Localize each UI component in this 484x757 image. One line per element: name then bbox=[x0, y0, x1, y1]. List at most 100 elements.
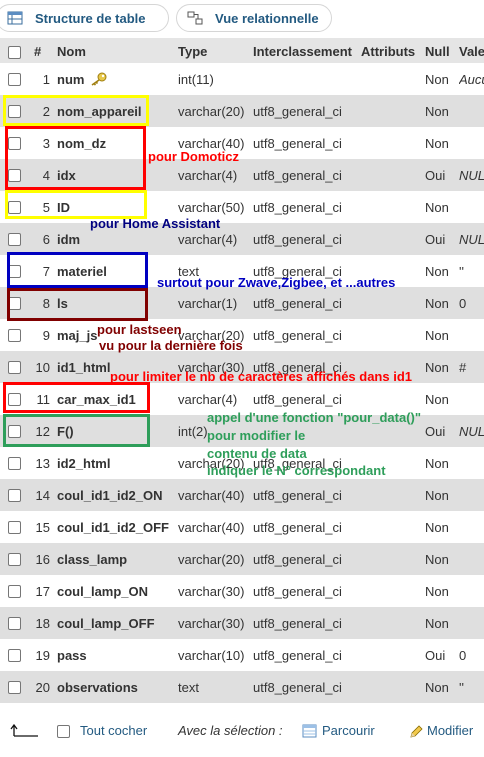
column-null: Non bbox=[425, 391, 449, 407]
column-default bbox=[459, 191, 484, 223]
note-home-assistant: pour Home Assistant bbox=[90, 216, 221, 231]
tab-relation-view[interactable]: Vue relationnelle bbox=[176, 4, 332, 32]
column-name[interactable]: coul_lamp_ON bbox=[57, 575, 175, 607]
column-name[interactable]: coul_id1_id2_ON bbox=[57, 479, 175, 511]
tab-label: Structure de table bbox=[35, 10, 146, 26]
row-checkbox[interactable] bbox=[8, 489, 21, 502]
tab-bar: Structure de table Vue relationnelle bbox=[0, 0, 484, 38]
tab-label: Vue relationnelle bbox=[215, 10, 319, 26]
column-null: Oui bbox=[425, 231, 446, 247]
column-name[interactable]: num bbox=[57, 63, 175, 95]
bulk-actions-bar: Tout cocher Avec la sélection : Parcouri… bbox=[0, 712, 484, 752]
column-null: Non bbox=[425, 135, 449, 151]
row-number: 6 bbox=[42, 231, 50, 247]
column-default: '' bbox=[459, 263, 464, 279]
table-structure-icon bbox=[7, 11, 23, 25]
column-null: Non bbox=[425, 487, 449, 503]
row-checkbox[interactable] bbox=[8, 297, 21, 310]
table-row: 2 nom_appareil varchar(20) utf8_general_ci N… bbox=[0, 95, 484, 127]
column-collation bbox=[253, 63, 361, 95]
row-checkbox[interactable] bbox=[8, 649, 21, 662]
note-domoticz: pour Domoticz bbox=[148, 149, 239, 164]
row-checkbox[interactable] bbox=[8, 137, 21, 150]
col-header-collation[interactable]: Interclassement bbox=[253, 38, 361, 65]
column-default bbox=[459, 383, 484, 415]
column-name[interactable]: nom_appareil bbox=[57, 95, 175, 127]
column-name[interactable]: id2_html bbox=[57, 447, 175, 479]
table-header: # Nom Type Interclassement Attributs Nul… bbox=[0, 38, 484, 66]
column-null: Non bbox=[425, 327, 449, 343]
relation-icon bbox=[187, 11, 203, 25]
row-number: 10 bbox=[35, 359, 50, 375]
row-checkbox[interactable] bbox=[8, 201, 21, 214]
row-number: 20 bbox=[35, 679, 50, 695]
column-null: Non bbox=[425, 359, 449, 375]
column-name[interactable]: class_lamp bbox=[57, 543, 175, 575]
column-collation: utf8_general_ci bbox=[253, 327, 342, 343]
table-row: 8 ls varchar(1) utf8_general_ci Non 0 bbox=[0, 287, 484, 319]
column-type: varchar(10) bbox=[178, 647, 245, 663]
check-all-checkbox[interactable] bbox=[57, 725, 70, 738]
row-checkbox[interactable] bbox=[8, 457, 21, 470]
row-checkbox[interactable] bbox=[8, 425, 21, 438]
col-header-null[interactable]: Null bbox=[425, 38, 458, 65]
with-selection-label: Avec la sélection : bbox=[178, 723, 283, 738]
row-checkbox[interactable] bbox=[8, 73, 21, 86]
column-default bbox=[459, 127, 484, 159]
modify-button[interactable]: Modifier bbox=[427, 723, 473, 738]
check-all-link[interactable]: Tout cocher bbox=[80, 723, 147, 738]
select-arrow-icon bbox=[10, 724, 38, 737]
column-collation: utf8_general_ci bbox=[253, 679, 342, 695]
col-header-attributes[interactable]: Attributs bbox=[361, 38, 425, 65]
table-row: 17 coul_lamp_ON varchar(30) utf8_general_ci… bbox=[0, 575, 484, 607]
row-checkbox[interactable] bbox=[8, 681, 21, 694]
column-name[interactable]: car_max_id1 bbox=[57, 383, 175, 415]
column-default bbox=[459, 511, 484, 543]
column-type: varchar(40) bbox=[178, 487, 245, 503]
column-name-text: num bbox=[57, 71, 85, 87]
header-checkbox[interactable] bbox=[8, 45, 21, 59]
column-null: Non bbox=[425, 679, 449, 695]
column-name[interactable]: observations bbox=[57, 671, 175, 703]
row-checkbox[interactable] bbox=[8, 553, 21, 566]
row-checkbox[interactable] bbox=[8, 521, 21, 534]
column-name[interactable]: pass bbox=[57, 639, 175, 671]
table-row: 15 coul_id1_id2_OFF varchar(40) utf8_genera… bbox=[0, 511, 484, 543]
note-function-2: pour modifier le bbox=[207, 428, 306, 443]
row-checkbox[interactable] bbox=[8, 329, 21, 342]
row-checkbox[interactable] bbox=[8, 105, 21, 118]
row-checkbox[interactable] bbox=[8, 265, 21, 278]
column-null: Non bbox=[425, 551, 449, 567]
column-default bbox=[459, 607, 484, 639]
row-checkbox[interactable] bbox=[8, 361, 21, 374]
row-checkbox[interactable] bbox=[8, 585, 21, 598]
column-name[interactable]: coul_lamp_OFF bbox=[57, 607, 175, 639]
col-header-name[interactable]: Nom bbox=[57, 38, 175, 65]
col-header-default[interactable]: Vale bbox=[459, 38, 484, 65]
tab-table-structure[interactable]: Structure de table bbox=[0, 4, 169, 32]
row-number: 13 bbox=[35, 455, 50, 471]
row-number: 18 bbox=[35, 615, 50, 631]
column-collation: utf8_general_ci bbox=[253, 615, 342, 631]
row-checkbox[interactable] bbox=[8, 393, 21, 406]
column-name[interactable]: F() bbox=[57, 415, 175, 447]
column-null: Non bbox=[425, 295, 449, 311]
column-null: Non bbox=[425, 103, 449, 119]
row-checkbox[interactable] bbox=[8, 233, 21, 246]
browse-icon bbox=[302, 724, 317, 738]
column-type: varchar(20) bbox=[178, 103, 245, 119]
row-checkbox[interactable] bbox=[8, 169, 21, 182]
row-number: 16 bbox=[35, 551, 50, 567]
column-name[interactable]: coul_id1_id2_OFF bbox=[57, 511, 175, 543]
row-number: 19 bbox=[35, 647, 50, 663]
table-row: 18 coul_lamp_OFF varchar(30) utf8_general_c… bbox=[0, 607, 484, 639]
row-number: 8 bbox=[42, 295, 50, 311]
column-name[interactable]: ls bbox=[57, 287, 175, 319]
column-null: Non bbox=[425, 583, 449, 599]
col-header-type[interactable]: Type bbox=[178, 38, 252, 65]
column-default: 0 bbox=[459, 295, 467, 311]
browse-button[interactable]: Parcourir bbox=[322, 723, 375, 738]
column-default: # bbox=[459, 359, 467, 375]
row-number: 2 bbox=[42, 103, 50, 119]
row-checkbox[interactable] bbox=[8, 617, 21, 630]
